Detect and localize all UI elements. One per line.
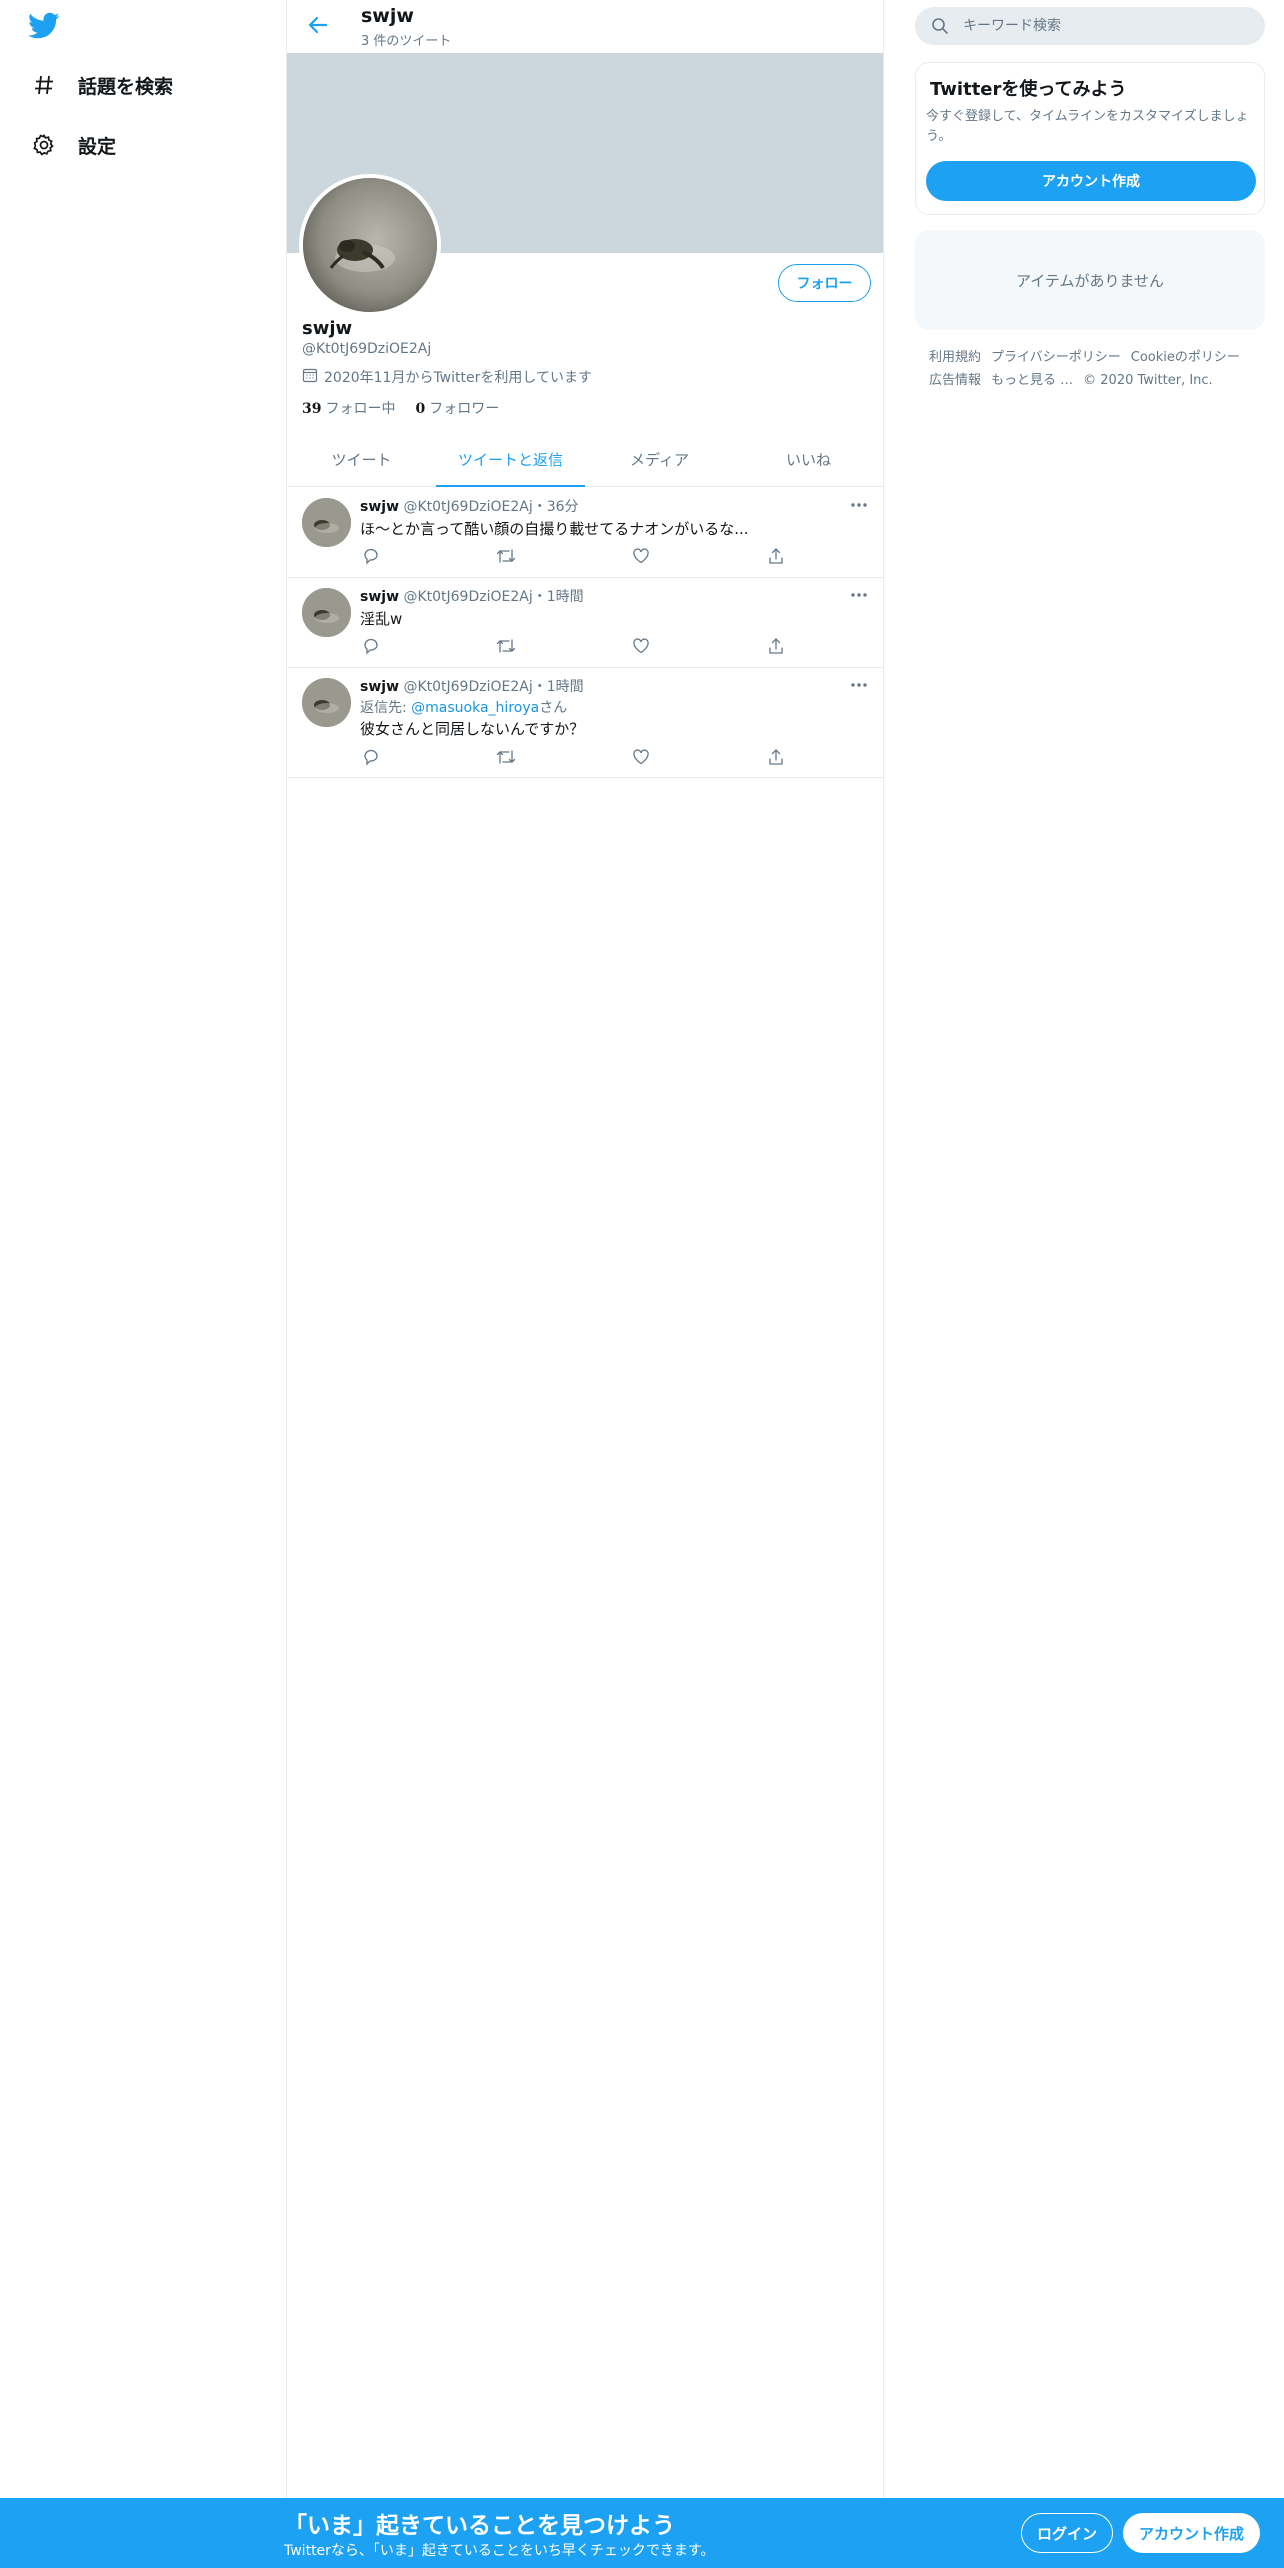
bottom-signup-button[interactable]: アカウント作成 (1123, 2513, 1260, 2553)
tweet-text: 淫乱w (360, 610, 403, 628)
share-icon[interactable] (765, 636, 787, 656)
tweet-header: swjw @Kt0tJ69DziOE2Aj・1時間 (360, 586, 584, 606)
reply-icon[interactable] (360, 636, 382, 656)
reply-context: 返信先: @masuoka_hiroyaさん (360, 697, 567, 717)
reply-suffix: さん (539, 700, 568, 716)
tweet-author-handle[interactable]: @Kt0tJ69DziOE2Aj (403, 589, 532, 605)
tweet-avatar[interactable] (302, 678, 351, 727)
tab-media[interactable]: メディア (585, 432, 734, 486)
tab-likes[interactable]: いいね (734, 432, 883, 486)
tweet-actions (360, 636, 783, 656)
tweet-item[interactable]: swjw @Kt0tJ69DziOE2Aj・1時間 返信先: @masuoka_… (287, 668, 883, 778)
tweet-actions (360, 546, 783, 566)
tweet-time[interactable]: ・36分 (533, 499, 579, 515)
following-count: 39 (302, 401, 322, 417)
footer-links: 利用規約 プライバシーポリシー Cookieのポリシー広告情報 もっと見る … © 20… (929, 346, 1269, 392)
signup-card-text: 今すぐ登録して、タイムラインをカスタマイズしましょう。 (926, 109, 1249, 144)
bottom-bar-subtitle: Twitterなら、「いま」起きていることをいち早くチェックできます。 (284, 2543, 715, 2559)
reply-icon[interactable] (360, 546, 382, 566)
nav-explore[interactable]: 話題を検索 (30, 65, 173, 105)
tweet-text: ほ〜とか言って酷い顔の自撮り載せてるナオンがいるな... (360, 520, 749, 538)
share-icon[interactable] (765, 546, 787, 566)
gear-icon (30, 131, 58, 159)
search-box (915, 7, 1265, 45)
footer-link-privacy[interactable]: プライバシーポリシー (991, 346, 1121, 369)
nav-explore-label: 話題を検索 (78, 75, 174, 98)
signup-card-title: Twitterを使ってみよう (930, 79, 1127, 100)
tweet-author-handle[interactable]: @Kt0tJ69DziOE2Aj (403, 499, 532, 515)
like-icon[interactable] (630, 546, 652, 566)
profile-handle: @Kt0tJ69DziOE2Aj (302, 341, 432, 357)
tweet-time[interactable]: ・1時間 (533, 589, 584, 605)
header-tweet-count: 3 件のツイート (361, 34, 452, 49)
signup-button[interactable]: アカウント作成 (926, 161, 1256, 201)
bottom-signup-bar: 「いま」起きていることを見つけよう Twitterなら、「いま」起きていることを… (0, 2498, 1284, 2568)
reply-mention-link[interactable]: @masuoka_hiroya (411, 700, 539, 716)
twitter-bird-icon[interactable] (28, 12, 64, 42)
followers-count: 0 (415, 401, 426, 417)
login-button[interactable]: ログイン (1021, 2513, 1113, 2553)
footer-link-terms[interactable]: 利用規約 (929, 346, 981, 369)
reply-prefix: 返信先: (360, 700, 412, 716)
retweet-icon[interactable] (495, 546, 517, 566)
following-link[interactable]: 39 フォロー中 (302, 398, 395, 418)
tweet-text: 彼女さんと同居しないんですか？ (360, 720, 585, 738)
more-icon[interactable] (849, 586, 869, 604)
profile-avatar[interactable] (299, 174, 441, 316)
search-icon (931, 17, 949, 35)
tweet-author-name[interactable]: swjw (360, 679, 399, 695)
nav-settings[interactable]: 設定 (30, 125, 116, 165)
nav-settings-label: 設定 (78, 135, 117, 158)
arrow-left-icon (308, 16, 328, 38)
profile-tabs: ツイート ツイートと返信 メディア いいね (287, 432, 883, 487)
followers-label: フォロワー (429, 401, 500, 417)
footer-copyright: © 2020 Twitter, Inc. (1083, 373, 1213, 388)
footer-link-more[interactable]: もっと見る … (991, 369, 1073, 392)
profile-column: swjw 3 件のツイート フォロー swjw @Kt0tJ69DziOE2Aj (286, 0, 884, 2498)
footer-link-ads[interactable]: 広告情報 (929, 369, 981, 392)
tab-tweets[interactable]: ツイート (287, 432, 436, 486)
search-input[interactable] (963, 7, 1253, 45)
like-icon[interactable] (630, 636, 652, 656)
tweet-list: swjw @Kt0tJ69DziOE2Aj・36分 ほ〜とか言って酷い顔の自撮り… (287, 488, 883, 778)
tweet-author-name[interactable]: swjw (360, 499, 399, 515)
profile-joined-text: 2020年11月からTwitterを利用しています (324, 370, 592, 386)
like-icon[interactable] (630, 747, 652, 767)
following-label: フォロー中 (325, 401, 396, 417)
profile-joined: 2020年11月からTwitterを利用しています (302, 367, 592, 387)
tweet-author-handle[interactable]: @Kt0tJ69DziOE2Aj (403, 679, 532, 695)
profile-header: swjw 3 件のツイート (287, 0, 883, 53)
header-title: swjw (361, 5, 414, 27)
profile-name: swjw (302, 318, 353, 339)
tweet-header: swjw @Kt0tJ69DziOE2Aj・1時間 (360, 676, 584, 696)
empty-trends-box: アイテムがありません (915, 230, 1265, 330)
tweet-header: swjw @Kt0tJ69DziOE2Aj・36分 (360, 496, 579, 516)
reply-icon[interactable] (360, 747, 382, 767)
tweet-item[interactable]: swjw @Kt0tJ69DziOE2Aj・36分 ほ〜とか言って酷い顔の自撮り… (287, 488, 883, 578)
signup-card: Twitterを使ってみよう 今すぐ登録して、タイムラインをカスタマイズしましょ… (915, 62, 1265, 215)
more-icon[interactable] (849, 496, 869, 514)
hashtag-icon (30, 71, 58, 99)
retweet-icon[interactable] (495, 747, 517, 767)
tweet-time[interactable]: ・1時間 (533, 679, 584, 695)
tweet-avatar[interactable] (302, 588, 351, 637)
right-sidebar: Twitterを使ってみよう 今すぐ登録して、タイムラインをカスタマイズしましょ… (884, 0, 1284, 2498)
retweet-icon[interactable] (495, 636, 517, 656)
footer-link-cookies[interactable]: Cookieのポリシー (1131, 346, 1240, 369)
back-button[interactable] (301, 11, 335, 43)
followers-link[interactable]: 0 フォロワー (415, 398, 499, 418)
tweet-author-name[interactable]: swjw (360, 589, 399, 605)
tweet-avatar[interactable] (302, 498, 351, 547)
tweet-item[interactable]: swjw @Kt0tJ69DziOE2Aj・1時間 淫乱w (287, 578, 883, 668)
tab-tweets-and-replies[interactable]: ツイートと返信 (436, 432, 585, 487)
profile-stats: 39 フォロー中 0 フォロワー (302, 398, 499, 418)
share-icon[interactable] (765, 747, 787, 767)
calendar-icon (302, 367, 318, 387)
left-nav: 話題を検索 設定 (0, 0, 286, 2498)
tweet-actions (360, 747, 783, 767)
follow-button[interactable]: フォロー (778, 264, 871, 302)
bottom-bar-title: 「いま」起きていることを見つけよう (284, 2513, 675, 2539)
more-icon[interactable] (849, 676, 869, 694)
